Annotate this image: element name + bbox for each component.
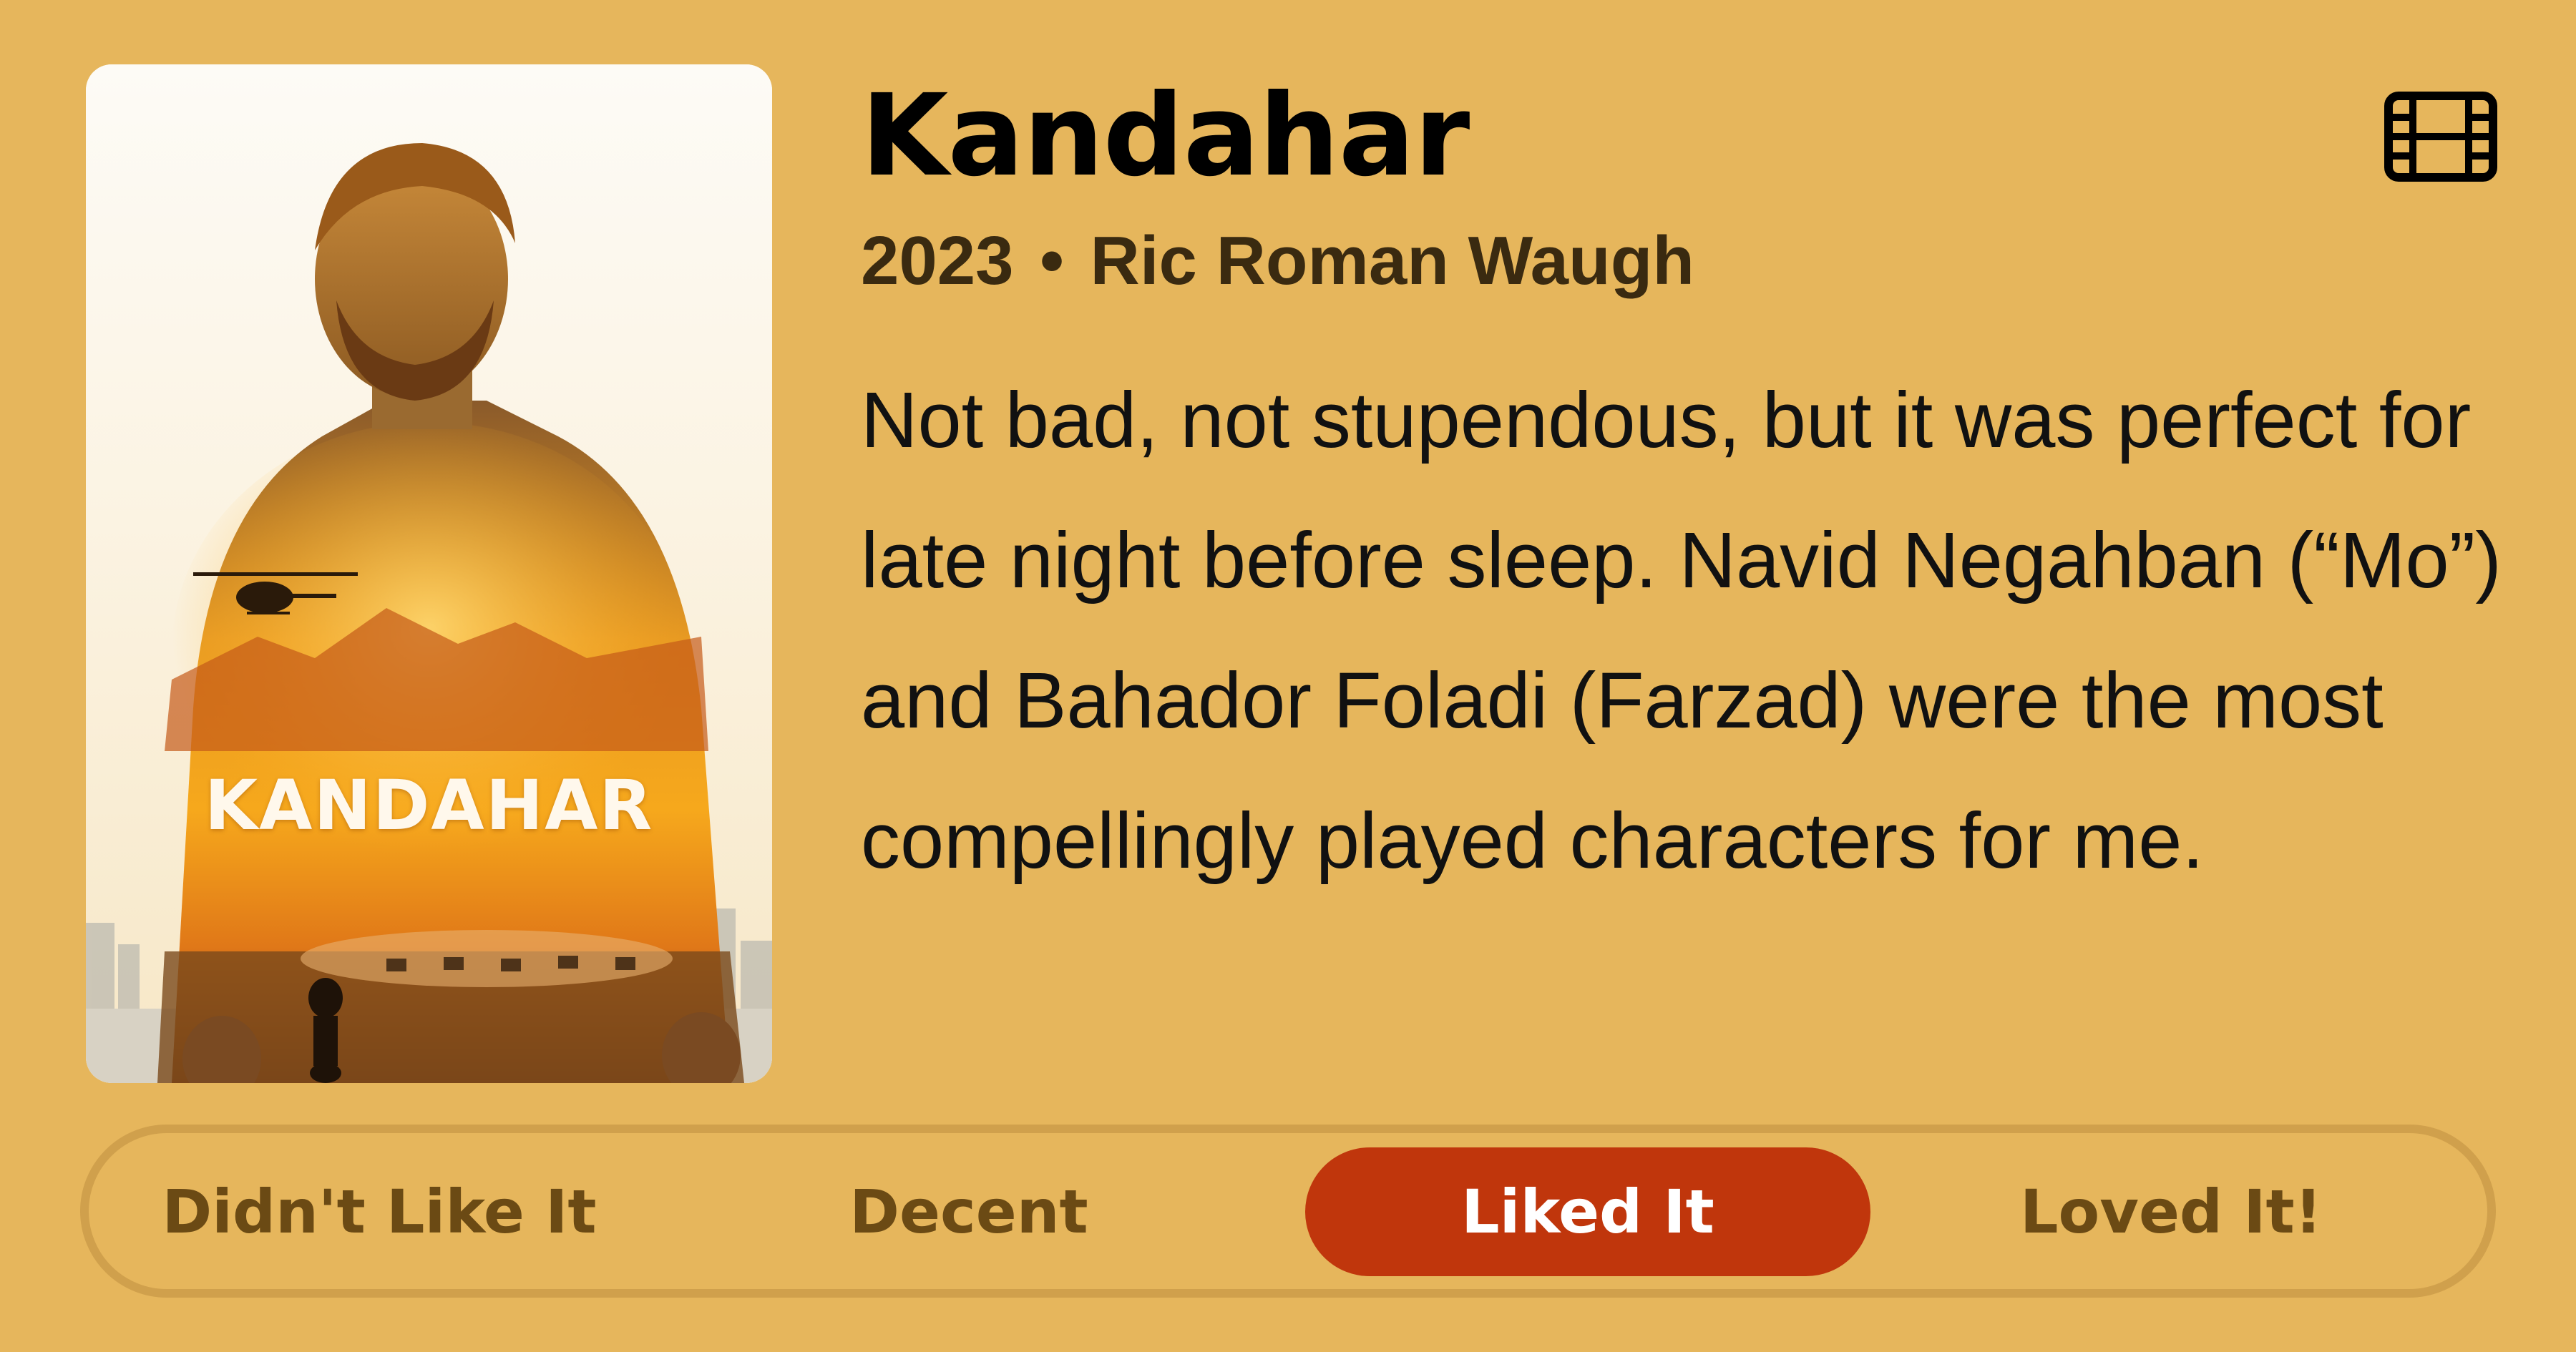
review-text: Not bad, not stupendous, but it was perf… xyxy=(861,376,2502,885)
movie-meta: 2023 • Ric Roman Waugh xyxy=(861,218,1694,304)
movie-poster: KANDAHAR xyxy=(86,64,772,1083)
film-strip-icon xyxy=(2384,92,2497,182)
director-name: Ric Roman Waugh xyxy=(1090,222,1694,299)
meta-separator: • xyxy=(1040,222,1064,299)
movie-title: Kandahar xyxy=(861,70,1470,202)
release-year: 2023 xyxy=(861,222,1014,299)
rating-option-didnt-like-it[interactable]: Didn't Like It xyxy=(129,1147,630,1276)
rating-option-liked-it[interactable]: Liked It xyxy=(1305,1147,1870,1276)
rating-selector: Didn't Like It Decent Liked It Loved It! xyxy=(80,1125,2496,1298)
movie-review-card: KANDAHAR Kandahar 2023 • Ric Roman Waugh… xyxy=(0,0,2576,1352)
rating-option-decent[interactable]: Decent xyxy=(718,1147,1219,1276)
poster-title-text: KANDAHAR xyxy=(204,765,654,846)
rating-option-loved-it[interactable]: Loved It! xyxy=(1892,1147,2450,1276)
poster-artwork xyxy=(86,64,772,1083)
